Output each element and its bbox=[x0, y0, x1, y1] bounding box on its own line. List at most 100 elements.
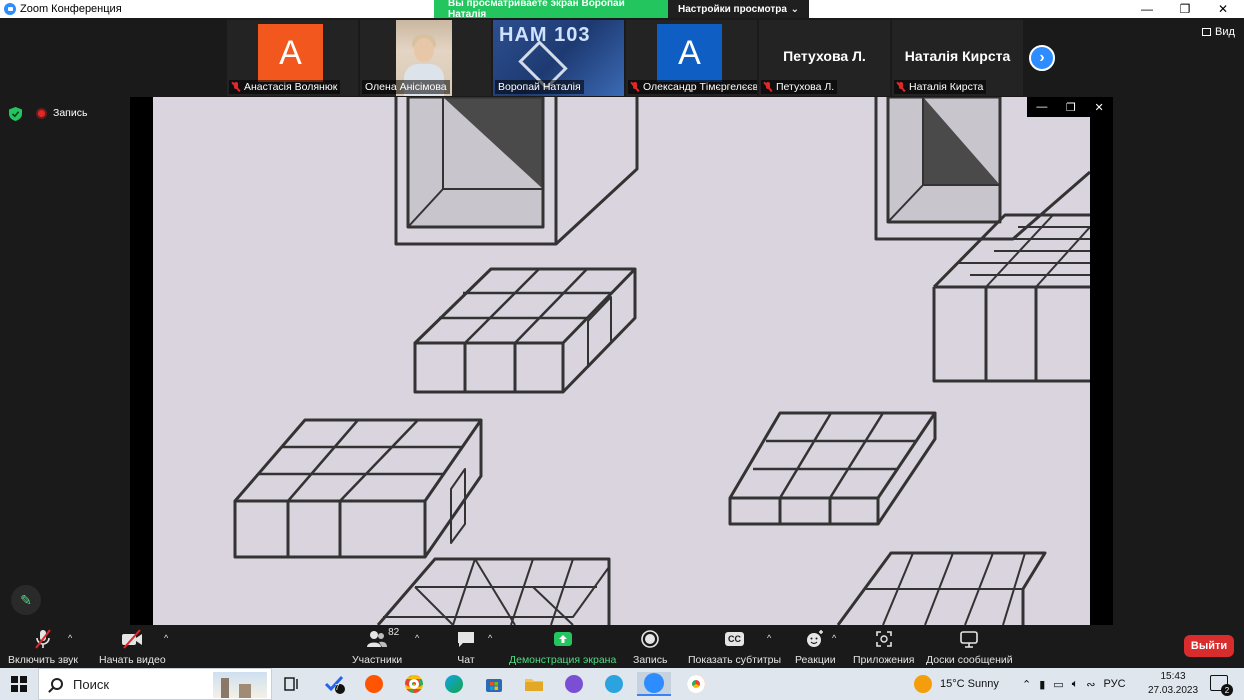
chevron-down-icon: ⌄ bbox=[790, 3, 799, 15]
participant-name: Анастасія Волянюк bbox=[244, 81, 338, 93]
share-screen-button[interactable]: Демонстрация экрана bbox=[509, 629, 616, 666]
zoom-app-icon bbox=[4, 3, 16, 15]
windows-logo-icon bbox=[11, 676, 27, 692]
task-view-icon[interactable] bbox=[278, 672, 306, 696]
window-title: Zoom Конференция bbox=[20, 3, 122, 15]
participants-button[interactable]: 82 Участники bbox=[352, 627, 402, 666]
mic-muted-icon bbox=[631, 82, 639, 92]
store-icon[interactable] bbox=[480, 672, 508, 696]
mic-muted-icon bbox=[764, 82, 772, 92]
leave-meeting-button[interactable]: Выйти bbox=[1184, 635, 1234, 657]
video-options-caret-icon[interactable]: ^ bbox=[164, 633, 168, 643]
show-captions-label: Показать субтитры bbox=[688, 654, 782, 666]
zoom-taskbar-icon[interactable] bbox=[637, 672, 671, 696]
microphone-icon[interactable]: ▮ bbox=[1039, 678, 1045, 691]
language-indicator[interactable]: РУС bbox=[1104, 678, 1126, 690]
wifi-icon[interactable]: ∾ bbox=[1086, 678, 1095, 691]
participants-caret-icon[interactable]: ^ bbox=[415, 633, 419, 643]
view-label: Вид bbox=[1215, 26, 1235, 38]
notifications-icon[interactable]: 2 bbox=[1210, 675, 1233, 696]
apps-button[interactable]: Приложения bbox=[853, 629, 914, 666]
avatar: A bbox=[258, 24, 323, 82]
whiteboard-icon bbox=[959, 629, 979, 649]
tasks-badge-count: 7 bbox=[335, 683, 340, 692]
chat-caret-icon[interactable]: ^ bbox=[488, 633, 492, 643]
chrome-profile-icon[interactable] bbox=[682, 672, 710, 696]
whiteboards-label: Доски сообщений bbox=[926, 654, 1013, 666]
minimize-icon[interactable]: — bbox=[1036, 101, 1047, 113]
record-icon bbox=[641, 629, 660, 649]
maximize-button[interactable]: ❐ bbox=[1166, 0, 1204, 18]
soundcloud-icon[interactable] bbox=[360, 672, 388, 696]
weather-text: 15°C Sunny bbox=[940, 678, 999, 690]
participant-tile[interactable]: A Анастасія Волянюк bbox=[227, 20, 358, 96]
isometric-boxes-drawing bbox=[233, 97, 1090, 625]
shared-screen bbox=[153, 97, 1090, 625]
whiteboards-button[interactable]: Доски сообщений bbox=[926, 629, 1013, 666]
participant-tile[interactable]: Олена Анісімова bbox=[360, 20, 491, 96]
restore-icon[interactable]: ❐ bbox=[1066, 101, 1076, 114]
search-icon bbox=[51, 678, 63, 690]
participant-tile[interactable]: A Олександр Тімєргелєєв bbox=[626, 20, 757, 96]
start-video-button[interactable]: Начать видео bbox=[99, 629, 166, 666]
viber-icon[interactable] bbox=[560, 672, 588, 696]
participant-tile-active[interactable]: НАМ 103 Воропай Наталія bbox=[493, 20, 624, 96]
chevron-up-icon[interactable]: ⌃ bbox=[1022, 678, 1031, 691]
view-button[interactable]: Вид bbox=[1202, 26, 1235, 38]
minimize-button[interactable]: — bbox=[1128, 0, 1166, 18]
reactions-label: Реакции bbox=[795, 654, 836, 666]
file-explorer-icon[interactable] bbox=[520, 672, 548, 696]
participants-icon: 82 bbox=[366, 627, 399, 649]
tasks-app-icon[interactable]: 7 bbox=[320, 672, 348, 696]
speaker-icon[interactable]: 🔈︎ bbox=[1072, 678, 1079, 691]
participant-tile[interactable]: Петухова Л. Петухова Л. bbox=[759, 20, 890, 96]
chrome-icon[interactable] bbox=[400, 672, 428, 696]
next-page-button[interactable]: › bbox=[1029, 45, 1055, 71]
system-tray-icons: ⌃ ▮ ▭ 🔈︎ ∾ РУС bbox=[1022, 668, 1126, 700]
battery-icon[interactable]: ▭ bbox=[1053, 678, 1063, 691]
recording-dot-icon bbox=[36, 107, 47, 119]
chat-label: Чат bbox=[457, 654, 475, 666]
grid-icon bbox=[1202, 28, 1211, 36]
annotate-pencil-button[interactable]: ✎ bbox=[11, 585, 41, 615]
chat-button[interactable]: Чат bbox=[456, 629, 476, 666]
windows-start-button[interactable] bbox=[0, 668, 38, 700]
mic-muted-icon bbox=[232, 82, 240, 92]
clock-time: 15:43 bbox=[1160, 671, 1186, 682]
reactions-caret-icon[interactable]: ^ bbox=[832, 633, 836, 643]
search-highlight-image bbox=[213, 672, 267, 698]
taskbar-search-box[interactable]: Поиск bbox=[38, 668, 272, 700]
weather-widget[interactable]: 15°C Sunny bbox=[914, 668, 999, 700]
participant-name: Олександр Тімєргелєєв bbox=[643, 81, 757, 93]
recording-label: Запись bbox=[53, 107, 88, 119]
mic-muted-icon bbox=[32, 629, 54, 649]
view-settings-dropdown[interactable]: Настройки просмотра ⌄ bbox=[668, 0, 809, 18]
record-label: Запись bbox=[633, 654, 668, 666]
reactions-button[interactable]: Реакции bbox=[795, 629, 836, 666]
zoom-window: Zoom Конференция — ❐ ✕ Вы просматриваете… bbox=[0, 0, 1244, 700]
chevron-right-icon: › bbox=[1039, 49, 1045, 66]
recording-indicator[interactable]: Запись bbox=[36, 107, 87, 119]
pencil-icon: ✎ bbox=[20, 591, 32, 608]
view-settings-label: Настройки просмотра bbox=[678, 3, 787, 15]
participant-name-label: Олександр Тімєргелєєв bbox=[628, 80, 757, 94]
record-button[interactable]: Запись bbox=[633, 629, 667, 666]
avatar: A bbox=[657, 24, 722, 82]
audio-options-caret-icon[interactable]: ^ bbox=[68, 633, 72, 643]
close-icon[interactable]: ✕ bbox=[1094, 101, 1103, 114]
telegram-icon[interactable] bbox=[600, 672, 628, 696]
participant-name-label: Олена Анісімова bbox=[362, 80, 450, 94]
video-off-icon bbox=[120, 629, 144, 649]
shield-icon[interactable] bbox=[9, 107, 22, 121]
captions-caret-icon[interactable]: ^ bbox=[767, 633, 771, 643]
participant-tile[interactable]: Наталія Кирста Наталія Кирста bbox=[892, 20, 1023, 96]
taskbar-clock[interactable]: 15:43 27.03.2023 bbox=[1148, 670, 1198, 698]
apps-label: Приложения bbox=[853, 654, 915, 666]
unmute-label: Включить звук bbox=[8, 654, 79, 666]
close-button[interactable]: ✕ bbox=[1204, 0, 1242, 18]
edge-icon[interactable] bbox=[440, 672, 468, 696]
clock-date: 27.03.2023 bbox=[1148, 685, 1199, 696]
shared-screen-window-controls: — ❐ ✕ bbox=[1027, 97, 1113, 117]
participant-name-label: Воропай Наталія bbox=[495, 80, 584, 94]
start-video-label: Начать видео bbox=[99, 654, 166, 666]
